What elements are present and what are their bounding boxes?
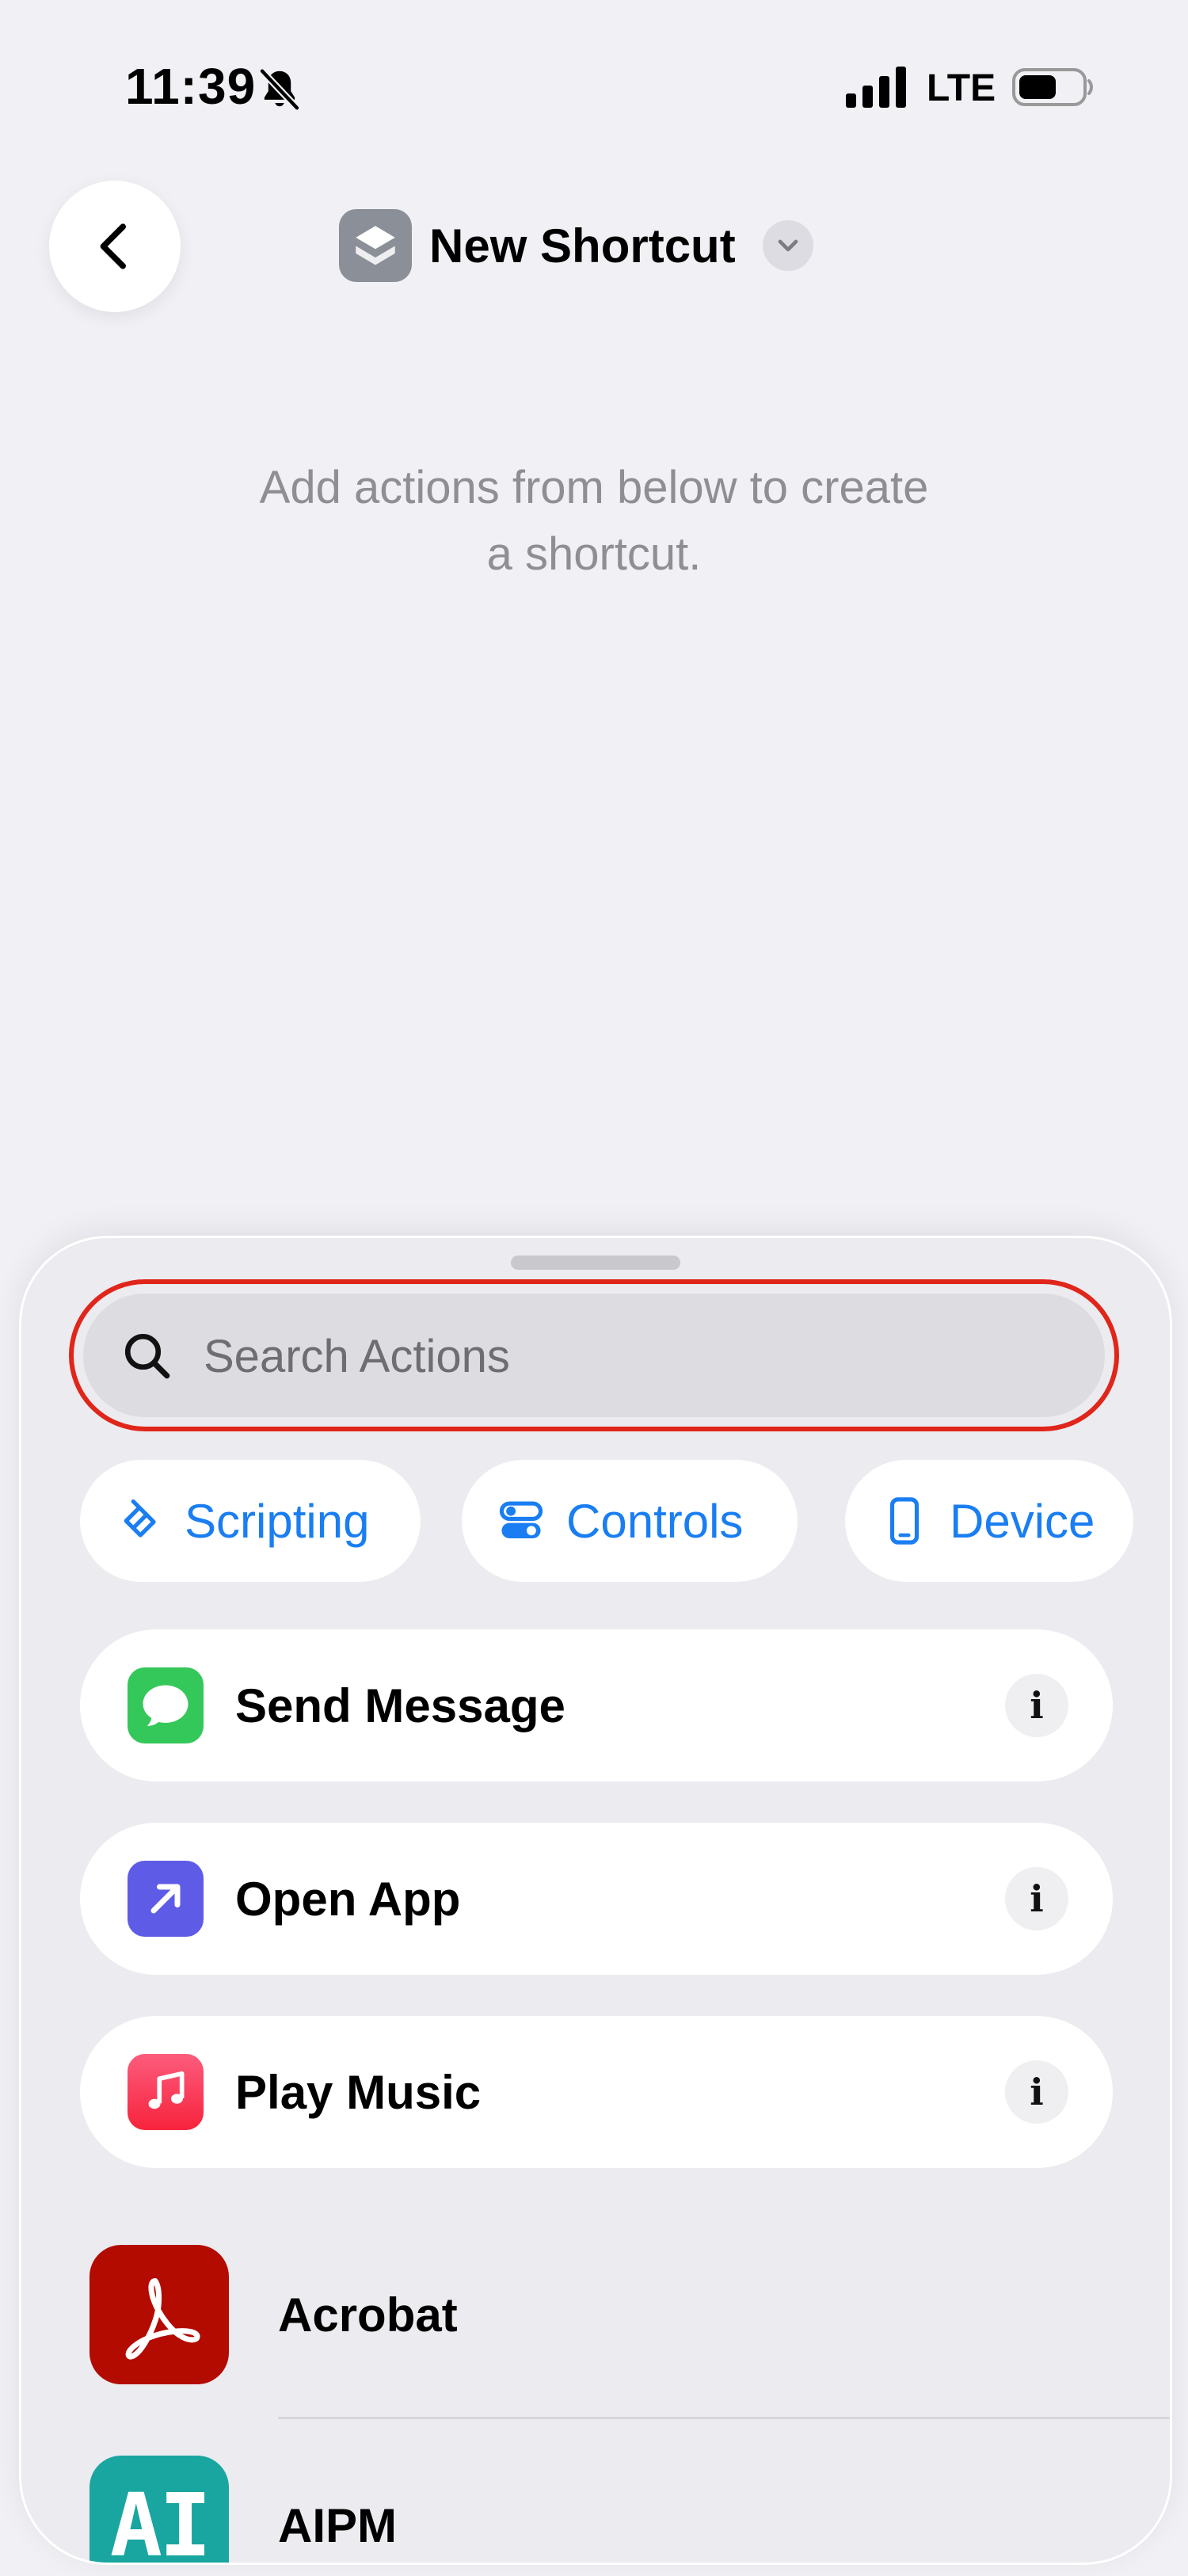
messages-icon bbox=[128, 1667, 204, 1743]
chip-label: Device bbox=[950, 1494, 1095, 1548]
action-label: Play Music bbox=[235, 2065, 482, 2119]
info-button[interactable]: i bbox=[1005, 2060, 1068, 2124]
page-title: New Shortcut bbox=[429, 219, 736, 272]
back-button[interactable] bbox=[49, 181, 181, 312]
chip-label: Scripting bbox=[185, 1494, 370, 1548]
info-button[interactable]: i bbox=[1005, 1674, 1068, 1737]
status-time: 11:39 bbox=[125, 58, 257, 115]
category-chips: Scripting Controls Device bbox=[80, 1460, 1170, 1587]
chip-device[interactable]: Device bbox=[845, 1460, 1133, 1582]
action-label: Send Message bbox=[235, 1679, 565, 1732]
network-type: LTE bbox=[927, 67, 996, 109]
aipm-icon: AI bbox=[89, 2456, 229, 2563]
shortcut-title-menu[interactable]: New Shortcut bbox=[339, 208, 813, 284]
chip-controls[interactable]: Controls bbox=[462, 1460, 798, 1582]
chip-more[interactable] bbox=[1171, 1460, 1172, 1582]
music-note-icon bbox=[128, 2054, 204, 2130]
info-button[interactable]: i bbox=[1005, 1867, 1068, 1930]
search-field[interactable] bbox=[83, 1294, 1105, 1419]
action-label: Open App bbox=[235, 1872, 461, 1926]
app-row-acrobat[interactable]: Acrobat bbox=[89, 2231, 1170, 2398]
arrow-up-right-icon bbox=[128, 1861, 204, 1937]
empty-state-hint: Add actions from below to create a short… bbox=[259, 462, 929, 580]
chevron-left-icon bbox=[100, 223, 126, 269]
actions-sheet: Scripting Controls Device Sen bbox=[19, 1236, 1172, 2565]
status-bar: 11:39 LTE bbox=[0, 0, 1188, 174]
action-send-message[interactable]: Send Message i bbox=[80, 1629, 1113, 1781]
search-input[interactable] bbox=[202, 1294, 1076, 1419]
phone-icon bbox=[889, 1497, 920, 1545]
chevron-down-icon[interactable] bbox=[762, 220, 813, 271]
sheet-grabber[interactable] bbox=[511, 1256, 680, 1270]
magnifier-icon bbox=[124, 1333, 170, 1379]
bell-slash-icon bbox=[259, 68, 300, 111]
shortcuts-icon bbox=[339, 209, 412, 282]
app-row-aipm[interactable]: AI AIPM bbox=[89, 2442, 1170, 2563]
action-open-app[interactable]: Open App i bbox=[80, 1823, 1113, 1975]
signal-icon bbox=[846, 67, 906, 108]
list-divider bbox=[278, 2417, 1170, 2419]
app-label: Acrobat bbox=[278, 2288, 458, 2342]
acrobat-icon bbox=[89, 2245, 229, 2384]
battery-icon bbox=[1012, 68, 1093, 106]
action-play-music[interactable]: Play Music i bbox=[80, 2016, 1113, 2168]
chip-label: Controls bbox=[566, 1494, 744, 1548]
chip-scripting[interactable]: Scripting bbox=[80, 1460, 421, 1582]
app-label: AIPM bbox=[278, 2498, 397, 2552]
toggles-icon bbox=[499, 1501, 543, 1538]
scripting-icon bbox=[124, 1499, 156, 1538]
